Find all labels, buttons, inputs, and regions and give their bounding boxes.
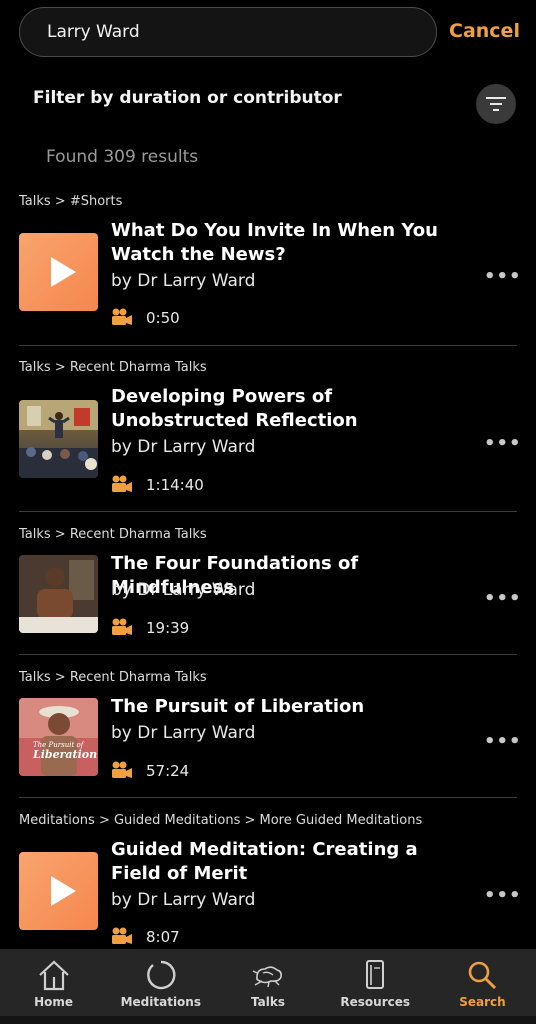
search-box[interactable] (19, 7, 437, 57)
nav-item-resources[interactable]: Resources (322, 949, 429, 1024)
result-author: by Dr Larry Ward (111, 271, 256, 291)
filter-button[interactable] (476, 84, 516, 124)
result-author: by Dr Larry Ward (111, 580, 256, 600)
result-title[interactable]: Developing Powers of Unobstructed Reflec… (111, 385, 471, 433)
breadcrumb[interactable]: Talks > Recent Dharma Talks (19, 527, 207, 542)
result-title[interactable]: What Do You Invite In When You Watch the… (111, 219, 471, 267)
more-options-button[interactable]: ••• (484, 885, 522, 906)
play-icon (51, 876, 76, 906)
system-bar (0, 1016, 536, 1024)
play-thumbnail[interactable] (19, 233, 98, 311)
breadcrumb[interactable]: Talks > Recent Dharma Talks (19, 360, 207, 375)
result-author: by Dr Larry Ward (111, 890, 256, 910)
breadcrumb[interactable]: Talks > Recent Dharma Talks (19, 670, 207, 685)
circle-icon (146, 960, 176, 990)
breadcrumb[interactable]: Talks > #Shorts (19, 194, 122, 209)
result-title[interactable]: The Pursuit of Liberation (111, 695, 471, 719)
result-item[interactable]: Meditations > Guided Meditations > More … (0, 811, 536, 949)
talk-thumbnail[interactable] (19, 555, 98, 633)
nav-label: Talks (251, 995, 285, 1009)
more-options-button[interactable]: ••• (484, 731, 522, 752)
nav-label: Search (459, 995, 506, 1009)
divider (19, 511, 517, 512)
nav-label: Resources (340, 995, 411, 1009)
video-camera-icon (112, 475, 132, 492)
book-cover-thumbnail[interactable]: The Pursuit of Liberation (19, 698, 98, 776)
divider (19, 654, 517, 655)
result-author: by Dr Larry Ward (111, 723, 256, 743)
results-count: Found 309 results (46, 147, 199, 167)
book-cover-text: The Pursuit of Liberation (33, 741, 98, 761)
play-icon (51, 257, 76, 287)
photo-speaker-hall (19, 400, 98, 478)
bottom-nav: Home Meditations Talks Resources Search (0, 949, 536, 1024)
photo-speaker-seated (19, 555, 98, 633)
talks-icon (252, 966, 282, 988)
result-item[interactable]: Talks > Recent Dharma Talks The Four Fou… (0, 525, 536, 655)
divider (19, 345, 517, 346)
search-input[interactable] (45, 21, 409, 43)
search-icon (469, 961, 497, 990)
nav-label: Meditations (120, 995, 201, 1009)
nav-label: Home (34, 995, 74, 1009)
result-author: by Dr Larry Ward (111, 437, 256, 457)
filter-label: Filter by duration or contributor (33, 88, 342, 108)
duration: 8:07 (146, 928, 180, 946)
duration: 1:14:40 (146, 476, 204, 494)
duration: 57:24 (146, 762, 190, 780)
filter-icon (486, 97, 506, 111)
result-item[interactable]: Talks > Recent Dharma Talks The Pursuit … (0, 668, 536, 798)
home-icon (38, 960, 69, 991)
video-camera-icon (112, 761, 132, 778)
duration: 19:39 (146, 619, 190, 637)
book-cover-image (19, 698, 98, 776)
nav-item-home[interactable]: Home (0, 949, 107, 1024)
play-thumbnail[interactable] (19, 852, 98, 930)
talk-thumbnail[interactable] (19, 400, 98, 478)
breadcrumb[interactable]: Meditations > Guided Meditations > More … (19, 813, 422, 828)
search-row: Cancel (0, 0, 536, 66)
video-camera-icon (112, 308, 132, 325)
nav-item-talks[interactable]: Talks (214, 949, 321, 1024)
video-camera-icon (112, 927, 132, 944)
result-item[interactable]: Talks > Recent Dharma Talks Developing P… (0, 358, 536, 512)
result-title[interactable]: Guided Meditation: Creating a Field of M… (111, 838, 471, 886)
cancel-button[interactable]: Cancel (449, 20, 520, 42)
more-options-button[interactable]: ••• (484, 588, 522, 609)
nav-item-meditations[interactable]: Meditations (107, 949, 214, 1024)
more-options-button[interactable]: ••• (484, 433, 522, 454)
result-item[interactable]: Talks > #Shorts What Do You Invite In Wh… (0, 192, 536, 346)
divider (19, 797, 517, 798)
book-icon (366, 960, 385, 989)
more-options-button[interactable]: ••• (484, 266, 522, 287)
video-camera-icon (112, 618, 132, 635)
nav-item-search[interactable]: Search (429, 949, 536, 1024)
duration: 0:50 (146, 309, 180, 327)
